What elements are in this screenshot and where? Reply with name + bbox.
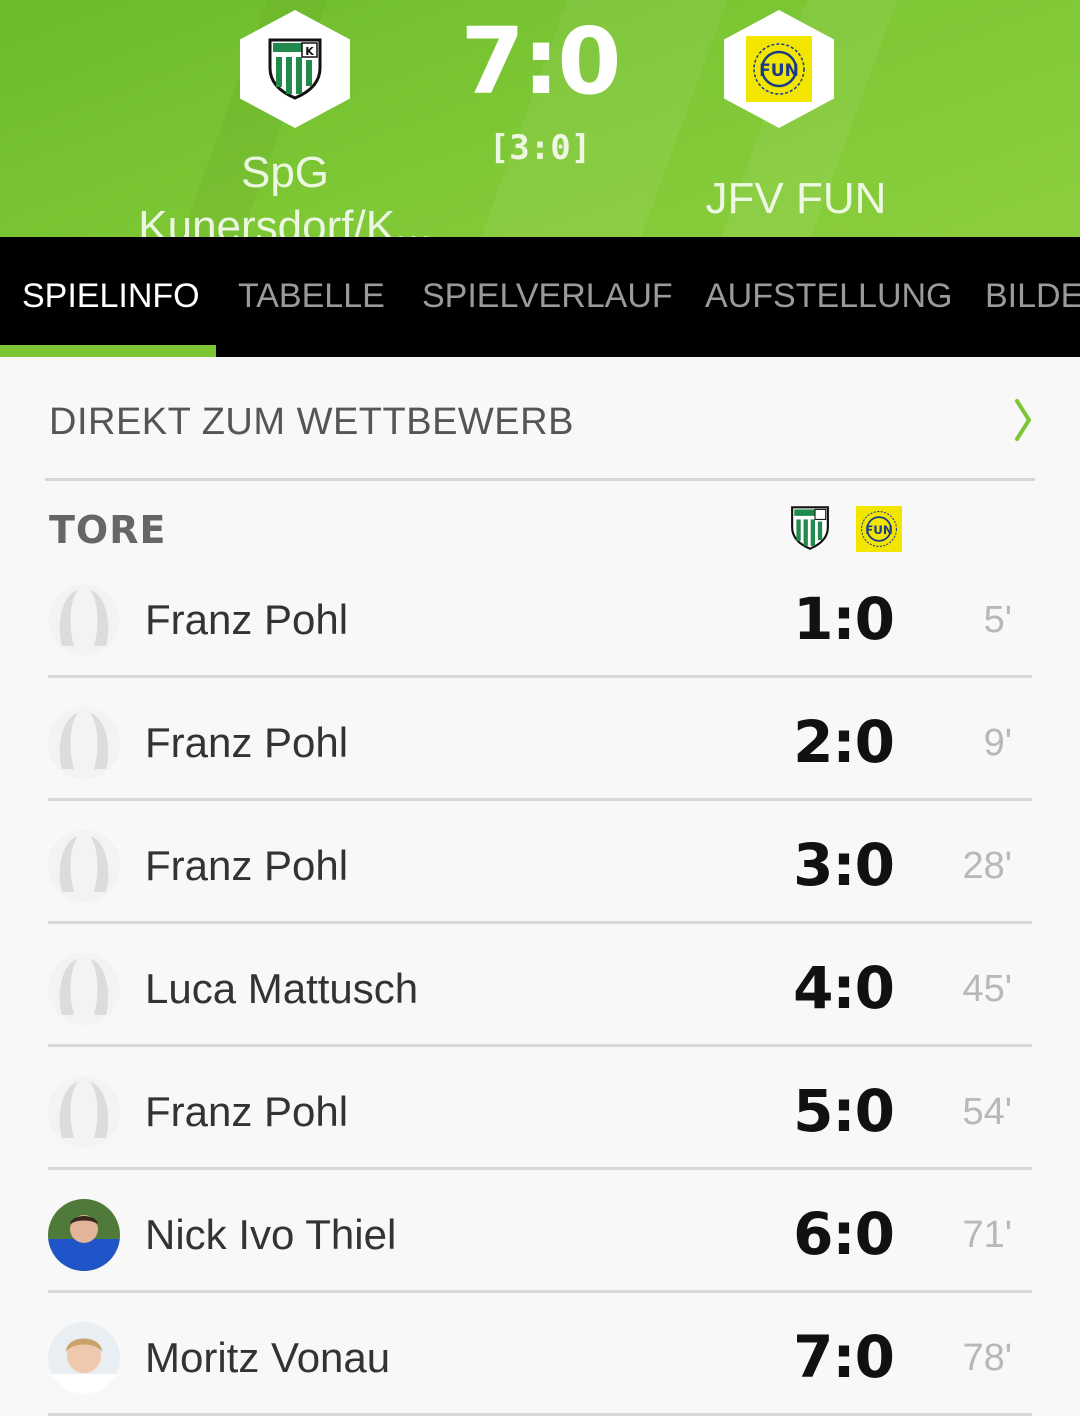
svg-text:FUN: FUN <box>865 523 893 537</box>
shield-logo-icon: K <box>268 38 322 100</box>
scorer-name: Franz Pohl <box>145 596 349 643</box>
goal-row[interactable]: Luca Mattusch 4:0 45' <box>48 924 1032 1047</box>
player-photo-icon <box>48 1199 120 1271</box>
goal-minute: 28' <box>962 845 1012 887</box>
active-tab-indicator <box>0 345 216 357</box>
running-score: 2:0 <box>793 708 895 776</box>
scorer-name: Luca Mattusch <box>145 965 419 1012</box>
goal-minute: 9' <box>983 722 1012 764</box>
player-photo-icon <box>48 1322 120 1394</box>
goal-row[interactable]: Franz Pohl 1:0 5' <box>48 555 1032 678</box>
goals-section-title: TORE <box>49 508 167 552</box>
person-placeholder-icon <box>48 830 120 902</box>
home-team-logo[interactable]: K <box>240 10 350 128</box>
person-placeholder-icon <box>48 953 120 1025</box>
tab-bar: SPIELINFO TABELLE SPIELVERLAUF AUFSTELLU… <box>0 237 1080 357</box>
goal-minute: 5' <box>983 599 1012 641</box>
running-score: 6:0 <box>793 1200 895 1268</box>
avatar <box>48 584 120 656</box>
avatar <box>48 830 120 902</box>
running-score: 5:0 <box>793 1077 895 1145</box>
goal-row[interactable]: Moritz Vonau 7:0 78' <box>48 1293 1032 1416</box>
scorer-name: Franz Pohl <box>145 842 349 889</box>
goal-row[interactable]: Franz Pohl 3:0 28' <box>48 801 1032 924</box>
competition-link[interactable]: DIREKT ZUM WETTBEWERB <box>0 357 1080 477</box>
goal-row[interactable]: Franz Pohl 2:0 9' <box>48 678 1032 801</box>
tab-tabelle[interactable]: TABELLE <box>238 277 385 316</box>
away-mini-logo-icon: FUN <box>856 506 902 552</box>
goal-minute: 45' <box>962 968 1012 1010</box>
match-score: 7:0 <box>460 8 622 115</box>
scorer-name: Franz Pohl <box>145 719 349 766</box>
chevron-right-icon <box>1015 399 1031 441</box>
person-placeholder-icon <box>48 707 120 779</box>
away-team-name[interactable]: JFV FUN <box>646 172 946 226</box>
away-team-logo[interactable]: FUN <box>724 10 834 128</box>
running-score: 3:0 <box>793 831 895 899</box>
running-score: 7:0 <box>793 1323 895 1391</box>
tab-aufstellung[interactable]: AUFSTELLUNG <box>705 277 953 316</box>
competition-link-label: DIREKT ZUM WETTBEWERB <box>49 401 574 443</box>
svg-text:K: K <box>305 45 314 58</box>
goal-minute: 78' <box>962 1337 1012 1379</box>
avatar <box>48 1322 120 1394</box>
goal-minute: 71' <box>962 1214 1012 1256</box>
avatar <box>48 953 120 1025</box>
tab-bilder[interactable]: BILDE <box>985 277 1080 316</box>
scorer-name: Nick Ivo Thiel <box>145 1211 397 1258</box>
tab-spielinfo[interactable]: SPIELINFO <box>22 277 200 316</box>
tab-spielverlauf[interactable]: SPIELVERLAUF <box>422 277 673 316</box>
running-score: 4:0 <box>793 954 895 1022</box>
home-team-name[interactable]: SpG Kunersdorf/K... <box>120 146 450 237</box>
person-placeholder-icon <box>48 1076 120 1148</box>
avatar <box>48 1076 120 1148</box>
goal-row[interactable]: Nick Ivo Thiel 6:0 71' <box>48 1170 1032 1293</box>
section-divider <box>45 478 1035 481</box>
scorer-name: Franz Pohl <box>145 1088 349 1135</box>
running-score: 1:0 <box>793 585 895 653</box>
scorer-name: Moritz Vonau <box>145 1334 391 1381</box>
home-mini-logo-icon <box>791 506 829 550</box>
svg-text:FUN: FUN <box>759 61 799 81</box>
person-placeholder-icon <box>48 584 120 656</box>
goal-row[interactable]: Franz Pohl 5:0 54' <box>48 1047 1032 1170</box>
goal-minute: 54' <box>962 1091 1012 1133</box>
avatar <box>48 707 120 779</box>
match-header: K FUN 7:0 [3:0] SpG Kunersdorf/K... JFV … <box>0 0 1080 237</box>
fun-logo-icon: FUN <box>746 36 812 102</box>
avatar <box>48 1199 120 1271</box>
halftime-score: [3:0] <box>488 128 592 168</box>
